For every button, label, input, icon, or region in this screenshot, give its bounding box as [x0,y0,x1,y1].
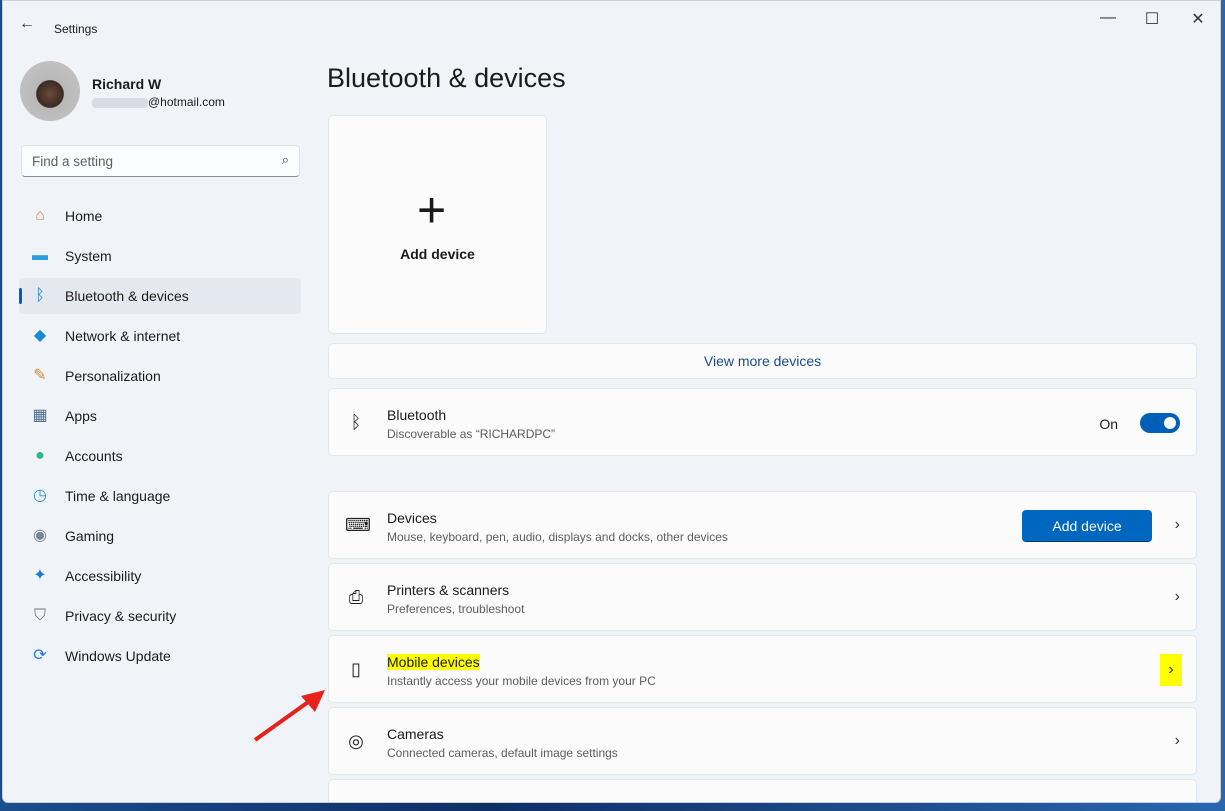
row-subtitle: Mouse, keyboard, pen, audio, displays an… [387,530,728,544]
sidebar-item-label: Windows Update [65,648,171,664]
row-title: Cameras [387,726,444,742]
row-mobile-devices[interactable]: ▯ Mobile devices Instantly access your m… [328,635,1197,703]
brush-icon: ✎ [33,367,47,384]
sidebar-item-label: Accessibility [65,568,142,584]
search-placeholder: Find a setting [32,154,114,169]
search-icon: ⌕ [281,152,289,167]
row-title: Printers & scanners [387,582,510,598]
sidebar-item-network-internet[interactable]: ◆ Network & internet [19,318,301,354]
sidebar-item-label: Personalization [65,368,161,384]
sidebar-item-label: System [65,248,112,264]
sidebar-item-bluetooth-devices[interactable]: ᛒ Bluetooth & devices [19,278,301,314]
add-device-label: Add device [400,246,475,262]
view-more-devices-button[interactable]: View more devices [328,343,1197,379]
row-subtitle: Connected cameras, default image setting… [387,746,618,760]
bluetooth-subtitle: Discoverable as “RICHARDPC” [387,427,556,441]
bluetooth-row: ᛒ Bluetooth Discoverable as “RICHARDPC” … [328,388,1197,456]
bluetooth-icon: ᛒ [350,412,362,432]
bluetooth-title: Bluetooth [387,407,447,423]
accounts-icon: ● [35,447,45,464]
redacted-email [92,97,148,108]
sidebar-item-label: Bluetooth & devices [65,288,189,304]
bluetooth-icon: ᛒ [35,287,45,304]
minimize-button[interactable]: — [1085,9,1131,27]
page-title: Bluetooth & devices [327,63,566,93]
row-devices[interactable]: ⌨ Devices Mouse, keyboard, pen, audio, d… [328,491,1197,559]
sidebar-item-gaming[interactable]: ◉ Gaming [19,518,301,554]
sidebar-item-label: Apps [65,408,97,424]
cameras-icon: ◎ [348,731,364,751]
chevron-right-icon[interactable]: › [1175,588,1180,606]
sidebar-item-system[interactable]: ▬ System [19,238,301,274]
settings-row-partial[interactable] [328,779,1197,802]
sidebar-item-label: Gaming [65,528,115,544]
sidebar-item-accounts[interactable]: ● Accounts [19,438,301,474]
sidebar-nav: ⌂ Home ▬ System ᛒ Bluetooth & devices ◆ Network… [19,198,301,678]
sidebar-item-apps[interactable]: ▦ Apps [19,398,301,434]
search-input[interactable]: Find a setting ⌕ [21,145,300,177]
user-email: @hotmail.com [92,95,225,109]
avatar[interactable] [20,61,80,121]
close-button[interactable]: ✕ [1175,9,1220,29]
plus-icon: + [417,182,447,238]
chevron-right-icon[interactable]: › [1160,654,1182,686]
app-title: Settings [54,22,98,36]
settings-window: ← Settings — ☐ ✕ Richard W @hotmail.com … [2,0,1221,803]
chevron-right-icon[interactable]: › [1175,516,1180,534]
row-subtitle: Instantly access your mobile devices fro… [387,674,656,688]
devices-icon: ⌨ [345,515,371,535]
maximize-button[interactable]: ☐ [1129,9,1175,29]
sidebar-item-label: Privacy & security [65,608,177,624]
add-device-tile[interactable]: + Add device [328,115,547,334]
sidebar-item-personalization[interactable]: ✎ Personalization [19,358,301,394]
update-icon: ⟳ [33,647,47,664]
row-printers-scanners[interactable]: ⎙ Printers & scanners Preferences, troub… [328,563,1197,631]
apps-icon: ▦ [32,407,48,424]
system-icon: ▬ [32,247,48,264]
row-subtitle: Preferences, troubleshoot [387,602,525,616]
printers-icon: ⎙ [348,587,364,607]
home-icon: ⌂ [35,207,45,224]
red-arrow-annotation [253,690,325,742]
chevron-right-icon[interactable]: › [1175,732,1180,750]
sidebar-item-home[interactable]: ⌂ Home [19,198,301,234]
globe-icon: ◷ [33,487,47,504]
user-name: Richard W [92,76,162,92]
row-title: Devices [387,510,437,526]
bluetooth-toggle[interactable] [1140,413,1180,433]
sidebar-item-windows-update[interactable]: ⟳ Windows Update [19,638,301,674]
sidebar-item-accessibility[interactable]: ✦ Accessibility [19,558,301,594]
email-suffix: @hotmail.com [148,95,225,109]
sidebar-item-time-language[interactable]: ◷ Time & language [19,478,301,514]
sidebar-item-privacy-security[interactable]: ⛉ Privacy & security [19,598,301,634]
mobile-icon: ▯ [351,659,361,679]
title-bar: ← Settings — ☐ ✕ [3,1,1220,41]
shield-icon: ⛉ [33,607,46,624]
add-device-button[interactable]: Add device [1022,510,1152,542]
bluetooth-state: On [1099,416,1118,432]
gamepad-icon: ◉ [33,527,47,544]
accessibility-icon: ✦ [33,567,47,584]
sidebar-item-label: Network & internet [65,328,181,344]
sidebar-item-label: Time & language [65,488,171,504]
back-button[interactable]: ← [19,15,35,33]
row-cameras[interactable]: ◎ Cameras Connected cameras, default ima… [328,707,1197,775]
sidebar-item-label: Home [65,208,103,224]
row-title: Mobile devices [387,654,480,670]
sidebar-item-label: Accounts [65,448,123,464]
wifi-icon: ◆ [33,327,47,344]
